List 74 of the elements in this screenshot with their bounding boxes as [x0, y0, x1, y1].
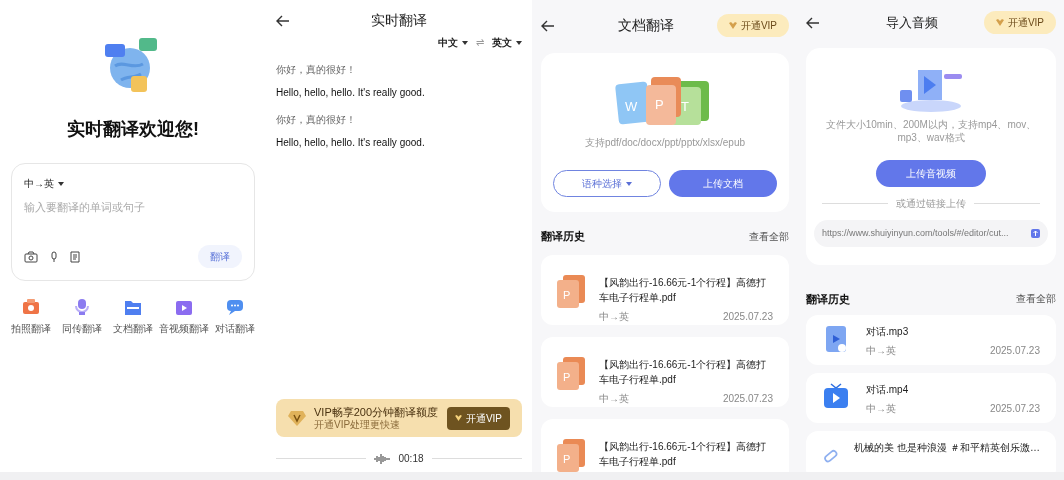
camera-icon	[20, 297, 41, 317]
language-pair: 中→英	[866, 344, 896, 358]
file-name: 【风韵出行-16.66元-1个行程】高德打车电子行程单.pdf	[599, 439, 768, 469]
heart-icon	[454, 415, 462, 421]
feature-shortcut[interactable]: 音视频翻译	[158, 297, 210, 336]
view-all-link[interactable]: 查看全部	[749, 229, 789, 245]
file-name: 对话.mp4	[866, 383, 910, 397]
history-item[interactable]: P 【风韵出行-16.66元-1个行程】高德打车电子行程单.pdf 中→英 2025.07.23	[541, 254, 789, 325]
caret-icon	[462, 40, 468, 45]
vip-button[interactable]: 开通VIP	[716, 14, 789, 37]
feature-shortcut[interactable]: 文档翻译	[107, 297, 159, 336]
caret-icon	[626, 181, 632, 186]
feature-shortcut[interactable]: 对话翻译	[209, 297, 261, 336]
feature-shortcut[interactable]: 同传翻译	[56, 297, 108, 336]
file-name: 【风韵出行-16.66元-1个行程】高德打车电子行程单.pdf	[599, 275, 768, 305]
upload-document-button[interactable]: 上传文档	[669, 170, 777, 197]
diamond-icon	[288, 410, 306, 426]
url-field[interactable]: https://www.shuiyinyun.com/tools/#/editor/cut...	[814, 220, 1048, 247]
waveform-icon	[374, 453, 391, 464]
heart-icon	[995, 19, 1004, 26]
vip-banner-title: VIP畅享200分钟翻译额度	[314, 405, 439, 419]
welcome-title: 实时翻译欢迎您!	[67, 118, 199, 141]
recording-time: 00:18	[398, 452, 424, 466]
page-title: 导入音频	[884, 13, 939, 32]
supported-formats: 支持pdf/doc/docx/ppt/pptx/xlsx/epub	[584, 136, 746, 150]
source-text: 你好，真的很好！	[276, 63, 357, 77]
section-title: 翻译历史	[806, 291, 850, 307]
date: 2025.07.23	[989, 344, 1040, 358]
date: 2025.07.23	[989, 402, 1040, 416]
camera-icon[interactable]	[24, 250, 38, 263]
language-selector[interactable]: 中→英	[24, 176, 64, 191]
url-text: https://www.shuiyinyun.com/tools/#/editor/cut...	[822, 226, 1010, 240]
back-arrow-icon[interactable]	[541, 19, 555, 32]
file-limits: 文件大小10min、200M以内，支持mp4、mov、mp3、wav格式	[824, 118, 1038, 144]
language-pair: 中→英	[599, 309, 629, 324]
heart-icon	[728, 22, 737, 29]
feature-shortcut[interactable]: 拍照翻译	[5, 297, 57, 336]
vip-button[interactable]: 开通VIP	[446, 406, 510, 430]
history-item[interactable]: 对话.mp3 中→英 2025.07.23	[806, 315, 1056, 365]
file-name: 机械的美 也是种浪漫 ＃和平精英创乐激…	[854, 441, 1040, 455]
history-item[interactable]: 对话.mp4 中→英 2025.07.23	[806, 373, 1056, 423]
microphone-icon[interactable]	[50, 250, 58, 263]
vip-button[interactable]: 开通VIP	[983, 11, 1056, 34]
source-language-selector[interactable]: 中文	[438, 35, 468, 50]
caret-icon	[516, 40, 522, 45]
file-name: 【风韵出行-16.66元-1个行程】高德打车电子行程单.pdf	[599, 357, 768, 387]
translated-text: Hello, hello, hello. It's really good.	[276, 86, 426, 100]
language-pair: 中→英	[866, 402, 896, 416]
view-all-link[interactable]: 查看全部	[1016, 291, 1056, 307]
divider-label: 或通过链接上传	[896, 197, 966, 211]
history-item[interactable]: P 【风韵出行-16.66元-1个行程】高德打车电子行程单.pdf 中→英 2025.07.23	[541, 336, 789, 407]
upload-media-button[interactable]: 上传音视频	[876, 160, 986, 187]
document-files-drawing: W P T	[613, 77, 717, 127]
history-item[interactable]: 机械的美 也是种浪漫 ＃和平精英创乐激…	[806, 431, 1056, 472]
translate-button[interactable]: 翻译	[198, 245, 242, 268]
date: 2025.07.23	[722, 391, 773, 406]
caret-icon	[58, 181, 64, 186]
history-item[interactable]: P 【风韵出行-16.66元-1个行程】高德打车电子行程单.pdf	[541, 418, 789, 472]
target-language-selector[interactable]: 英文	[492, 35, 522, 50]
upload-icon[interactable]	[1031, 229, 1040, 238]
source-text: 你好，真的很好！	[276, 113, 357, 127]
document-icon[interactable]	[70, 250, 80, 263]
page-title: 实时翻译	[370, 11, 428, 30]
input-field[interactable]: 输入要翻译的单词或句子	[24, 199, 242, 216]
back-arrow-icon[interactable]	[806, 16, 820, 29]
page-title: 文档翻译	[616, 16, 675, 35]
section-title: 翻译历史	[541, 229, 585, 245]
vip-banner-subtitle: 开通VIP处理更快速	[314, 418, 402, 431]
file-name: 对话.mp3	[866, 325, 910, 339]
chat-bubble-icon	[225, 297, 246, 317]
language-pair: 中→英	[599, 391, 629, 406]
date: 2025.07.23	[722, 309, 773, 324]
back-arrow-icon[interactable]	[276, 14, 290, 27]
translated-text: Hello, hello, hello. It's really good.	[276, 136, 426, 150]
